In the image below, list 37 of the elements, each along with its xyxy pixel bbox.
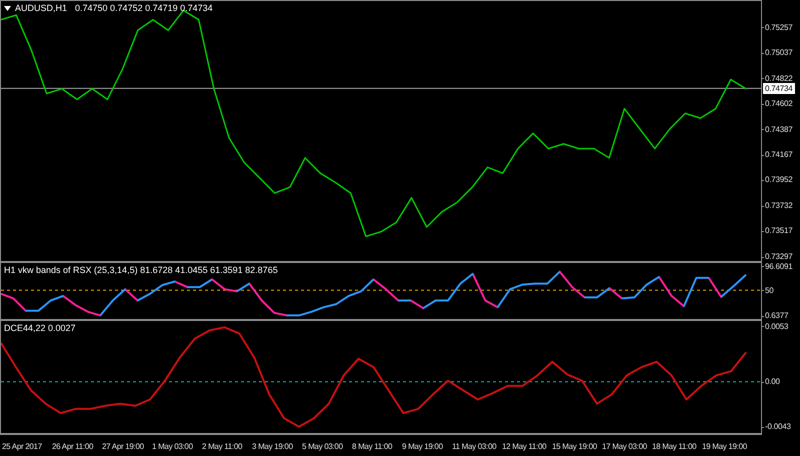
y-tick-label: 0.74387 (765, 124, 793, 134)
time-label: 1 May 03:00 (152, 441, 194, 452)
y-tick-label: 0.73517 (765, 225, 793, 236)
y-tick-label: 0.6377 (765, 310, 788, 322)
time-label: 3 May 19:00 (252, 441, 294, 452)
y-tick-label: 0.73297 (765, 251, 793, 262)
time-label: 11 May 03:00 (452, 441, 498, 452)
y-tick-label: -0.0043 (765, 421, 791, 432)
y-tick-label: 0.74167 (765, 149, 793, 160)
time-label: 18 May 11:00 (652, 441, 698, 452)
y-tick-label: 0.75257 (765, 22, 793, 33)
y-tick-label: 0.74602 (765, 98, 793, 110)
indicator-label: DCE44,22 0.0027 (4, 323, 76, 334)
time-label: 17 May 03:00 (602, 441, 648, 452)
y-tick-label: 0.74822 (765, 72, 793, 84)
y-tick-label: 0.00 (765, 376, 780, 388)
y-tick-label: 0.0053 (765, 320, 788, 332)
price-readout: 0.74750 0.74752 0.74719 0.74734 (75, 3, 213, 14)
y-tick-label: 0.73952 (765, 174, 793, 186)
time-label: 27 Apr 19:00 (102, 441, 145, 452)
time-label: 2 May 11:00 (202, 441, 244, 452)
symbol-label: AUDUSD,H1 (15, 3, 68, 14)
current-price-label: 0.74734 (763, 82, 795, 94)
y-tick-label: 96.6091 (765, 260, 793, 272)
time-label: 5 May 03:00 (302, 441, 344, 452)
y-tick-label: 0.73732 (765, 200, 793, 212)
time-label: 15 May 19:00 (552, 441, 598, 452)
y-tick-label: 0.75037 (765, 47, 793, 58)
y-tick-label: 50 (765, 284, 774, 296)
time-label: 25 Apr 2017 (2, 441, 43, 452)
time-label: 19 May 19:00 (702, 441, 748, 452)
time-label: 12 May 11:00 (502, 441, 548, 452)
dropdown-triangle-icon[interactable] (4, 6, 11, 11)
indicator-label: H1 vkw bands of RSX (25,3,14,5) 81.6728 41.0455 61.3591 82.8765 (4, 265, 278, 276)
time-label: 9 May 19:00 (402, 441, 444, 452)
time-label: 8 May 11:00 (352, 441, 394, 452)
time-label: 26 Apr 11:00 (52, 441, 94, 452)
